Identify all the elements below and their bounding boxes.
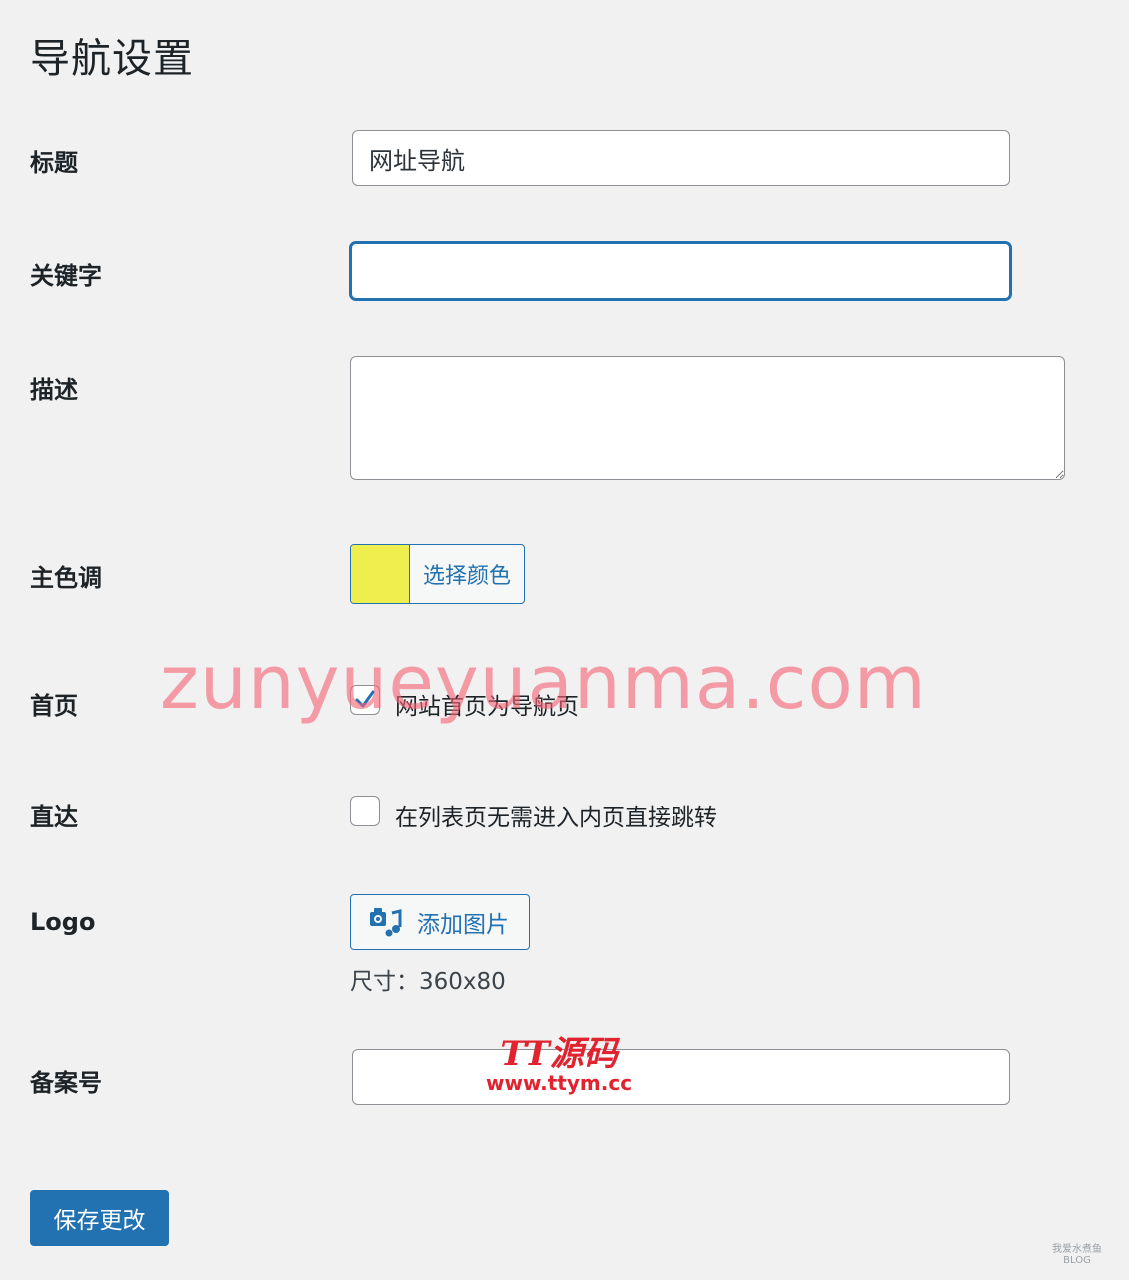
title-input[interactable] <box>352 130 1010 186</box>
add-image-button[interactable]: 添加图片 <box>350 894 530 950</box>
checkmark-icon <box>355 690 375 708</box>
homepage-checkbox-label: 网站首页为导航页 <box>395 694 579 720</box>
color-swatch <box>351 545 410 603</box>
logo-label: Logo <box>30 908 96 936</box>
add-image-label: 添加图片 <box>417 912 509 938</box>
icp-label: 备案号 <box>30 1069 102 1097</box>
direct-label: 直达 <box>30 803 78 831</box>
homepage-label: 首页 <box>30 692 78 720</box>
direct-checkbox[interactable] <box>350 796 380 826</box>
description-textarea[interactable] <box>350 356 1065 480</box>
main-color-label: 主色调 <box>30 564 102 592</box>
page-title: 导航设置 <box>30 36 194 82</box>
corner-watermark-line2: BLOG <box>1063 1255 1091 1266</box>
corner-watermark: 我爱水煮鱼 BLOG <box>1052 1244 1102 1266</box>
homepage-checkbox[interactable] <box>350 685 380 715</box>
keywords-input[interactable] <box>350 242 1011 300</box>
corner-watermark-line1: 我爱水煮鱼 <box>1052 1244 1102 1255</box>
media-library-icon <box>370 908 402 937</box>
logo-size-hint: 尺寸：360x80 <box>350 969 506 995</box>
icp-input[interactable] <box>352 1049 1010 1105</box>
direct-checkbox-label: 在列表页无需进入内页直接跳转 <box>395 805 717 831</box>
title-label: 标题 <box>30 149 78 177</box>
description-label: 描述 <box>30 376 78 404</box>
save-changes-button[interactable]: 保存更改 <box>30 1190 169 1246</box>
keywords-label: 关键字 <box>30 262 102 290</box>
color-picker-button[interactable]: 选择颜色 <box>350 544 525 604</box>
color-picker-label: 选择颜色 <box>422 564 511 589</box>
